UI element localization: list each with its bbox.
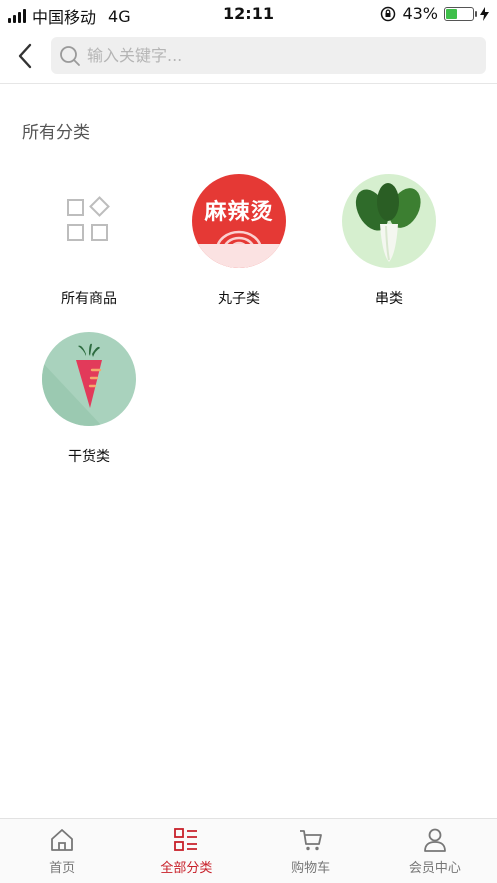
section-title: 所有分类	[22, 123, 90, 143]
battery-icon	[444, 6, 477, 21]
category-label: 丸子类	[218, 291, 260, 307]
mala-tang-image: 麻辣烫	[192, 174, 286, 268]
category-label: 所有商品	[61, 291, 117, 307]
tab-bar: 首页 全部分类 购物车 会员中心	[0, 818, 497, 883]
category-list-icon	[172, 826, 200, 854]
tab-member-center[interactable]: 会员中心	[373, 819, 497, 883]
user-icon	[421, 826, 449, 854]
header	[0, 28, 497, 84]
orientation-lock-icon	[381, 6, 396, 21]
status-bar: 中国移动 4G 12:11 43%	[0, 0, 497, 28]
search-input[interactable]	[87, 46, 447, 65]
category-all-products[interactable]: 所有商品	[24, 174, 154, 308]
category-dried-goods[interactable]: 干货类	[24, 332, 154, 466]
category-skewers[interactable]: 串类	[324, 174, 454, 308]
image-text: 麻辣烫	[204, 200, 274, 225]
category-label: 干货类	[68, 449, 110, 465]
back-button[interactable]	[10, 38, 40, 74]
bok-choy-image	[342, 174, 436, 268]
grid-icon	[42, 174, 136, 268]
tab-label: 购物车	[291, 861, 331, 876]
category-meatballs[interactable]: 麻辣烫 丸子类	[174, 174, 304, 308]
cart-icon	[297, 826, 325, 854]
tab-label: 全部分类	[160, 861, 213, 876]
chevron-left-icon	[18, 43, 32, 69]
search-box[interactable]	[51, 37, 486, 74]
charging-icon	[480, 6, 489, 21]
tab-home[interactable]: 首页	[0, 819, 124, 883]
search-icon	[60, 45, 80, 66]
tab-label: 首页	[49, 861, 76, 876]
tab-label: 会员中心	[408, 861, 461, 876]
tab-cart[interactable]: 购物车	[249, 819, 373, 883]
status-right: 43%	[380, 4, 489, 23]
tab-all-categories[interactable]: 全部分类	[124, 819, 248, 883]
carrot-image	[42, 332, 136, 426]
battery-percent: 43%	[402, 4, 438, 23]
category-label: 串类	[375, 291, 403, 307]
home-icon	[48, 826, 76, 854]
